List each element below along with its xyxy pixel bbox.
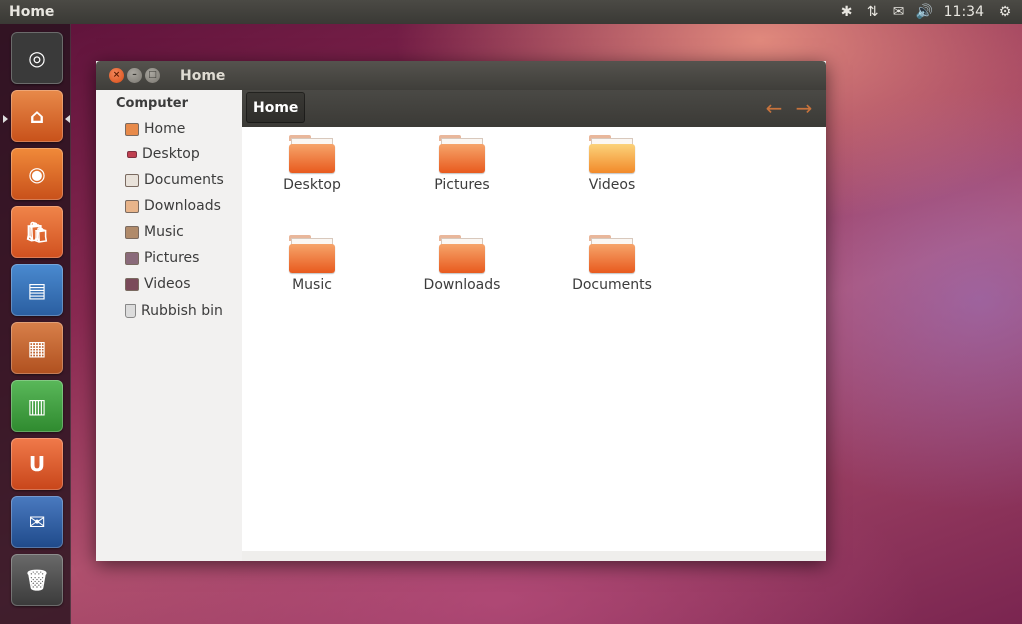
folder-item-music[interactable]: Music (252, 227, 372, 307)
minimize-icon[interactable]: – (127, 68, 142, 83)
indicator-area: ✱ ⇅ ✉ 🔊 11:34 ⚙ (834, 4, 1022, 20)
maximize-icon[interactable]: □ (145, 68, 160, 83)
impress-icon[interactable]: ▦ (11, 322, 63, 374)
sidebar-item-desktop[interactable]: Desktop (127, 143, 200, 165)
mail-icon[interactable]: ✉ (886, 4, 912, 20)
sidebar-item-label: Home (144, 121, 186, 137)
home-folder-icon[interactable]: ⌂ (11, 90, 63, 142)
writer-icon[interactable]: ▤ (11, 264, 63, 316)
top-panel: Home ✱ ⇅ ✉ 🔊 11:34 ⚙ (0, 0, 1022, 24)
home-icon (125, 122, 139, 136)
folder-label: Documents (572, 277, 652, 293)
sidebar-item-label: Videos (144, 276, 191, 292)
toolbar: Home ← → (242, 90, 826, 127)
sidebar-item-label: Rubbish bin (141, 303, 223, 319)
sidebar-item-label: Desktop (142, 146, 200, 162)
network-icon[interactable]: ⇅ (860, 4, 886, 20)
sidebar-item-rubbish-bin[interactable]: Rubbish bin (125, 300, 223, 322)
folder-label: Videos (588, 177, 636, 193)
forward-arrow-icon[interactable]: → (791, 95, 817, 121)
trash-icon[interactable]: 🗑 (11, 554, 63, 606)
folder-icon (289, 135, 335, 173)
folder-icon (589, 235, 635, 273)
folder-icon (289, 235, 335, 273)
folder-item-downloads[interactable]: Downloads (402, 227, 522, 307)
firefox-icon[interactable]: ◉ (11, 148, 63, 200)
software-centre-icon[interactable]: 🛍 (11, 206, 63, 258)
breadcrumb-home[interactable]: Home (246, 92, 306, 123)
ubuntu-dash-icon[interactable]: ◎ (11, 32, 63, 84)
folder-label: Music (292, 277, 332, 293)
launcher: ◎ ⌂ ◉ 🛍 ▤ ▦ ▥ U ✉ 🗑 (0, 24, 71, 624)
folder-icon (439, 135, 485, 173)
sidebar-item-downloads[interactable]: Downloads (125, 195, 221, 217)
pictures-icon (125, 251, 139, 265)
videos-icon (125, 277, 139, 291)
sidebar-item-label: Downloads (144, 198, 221, 214)
sidebar-item-label: Music (144, 224, 184, 240)
desktop-icon (127, 150, 137, 158)
folder-label: Downloads (423, 277, 501, 293)
status-strip (242, 551, 826, 561)
focused-indicator (65, 115, 70, 123)
downloads-icon (125, 199, 139, 213)
sidebar-item-label: Pictures (144, 250, 200, 266)
folder-label: Pictures (434, 177, 490, 193)
music-icon (125, 225, 139, 239)
window-titlebar[interactable]: × – □ Home (96, 61, 826, 90)
bluetooth-icon[interactable]: ✱ (834, 4, 860, 20)
sidebar-item-documents[interactable]: Documents (125, 169, 224, 191)
sidebar-item-home[interactable]: Home (125, 118, 185, 140)
ubuntu-one-icon[interactable]: U (11, 438, 63, 490)
sidebar-item-videos[interactable]: Videos (125, 273, 191, 295)
places-sidebar: Computer Home Desktop Documents Download… (96, 90, 242, 551)
window-title: Home (180, 67, 226, 84)
session-gear-icon[interactable]: ⚙ (992, 4, 1018, 20)
volume-icon[interactable]: 🔊 (912, 4, 938, 20)
file-manager-window: × – □ Home Computer Home Desktop Documen… (96, 61, 826, 561)
folder-item-videos[interactable]: Videos (552, 127, 672, 207)
trash-icon (125, 304, 136, 318)
sidebar-item-pictures[interactable]: Pictures (125, 247, 199, 269)
running-indicator (3, 115, 8, 123)
back-arrow-icon[interactable]: ← (761, 95, 787, 121)
clock[interactable]: 11:34 (938, 4, 992, 20)
documents-icon (125, 173, 139, 187)
sidebar-item-music[interactable]: Music (125, 221, 184, 243)
folder-label: Desktop (283, 177, 341, 193)
folder-item-pictures[interactable]: Pictures (402, 127, 522, 207)
file-view: Desktop Pictures Videos Music Downloads … (242, 127, 826, 551)
calc-icon[interactable]: ▥ (11, 380, 63, 432)
folder-icon (439, 235, 485, 273)
sidebar-item-label: Documents (144, 172, 224, 188)
thunderbird-icon[interactable]: ✉ (11, 496, 63, 548)
close-icon[interactable]: × (109, 68, 124, 83)
folder-icon (589, 135, 635, 173)
folder-item-documents[interactable]: Documents (552, 227, 672, 307)
sidebar-heading: Computer (116, 96, 189, 111)
folder-item-desktop[interactable]: Desktop (252, 127, 372, 207)
panel-app-title: Home (9, 4, 55, 20)
